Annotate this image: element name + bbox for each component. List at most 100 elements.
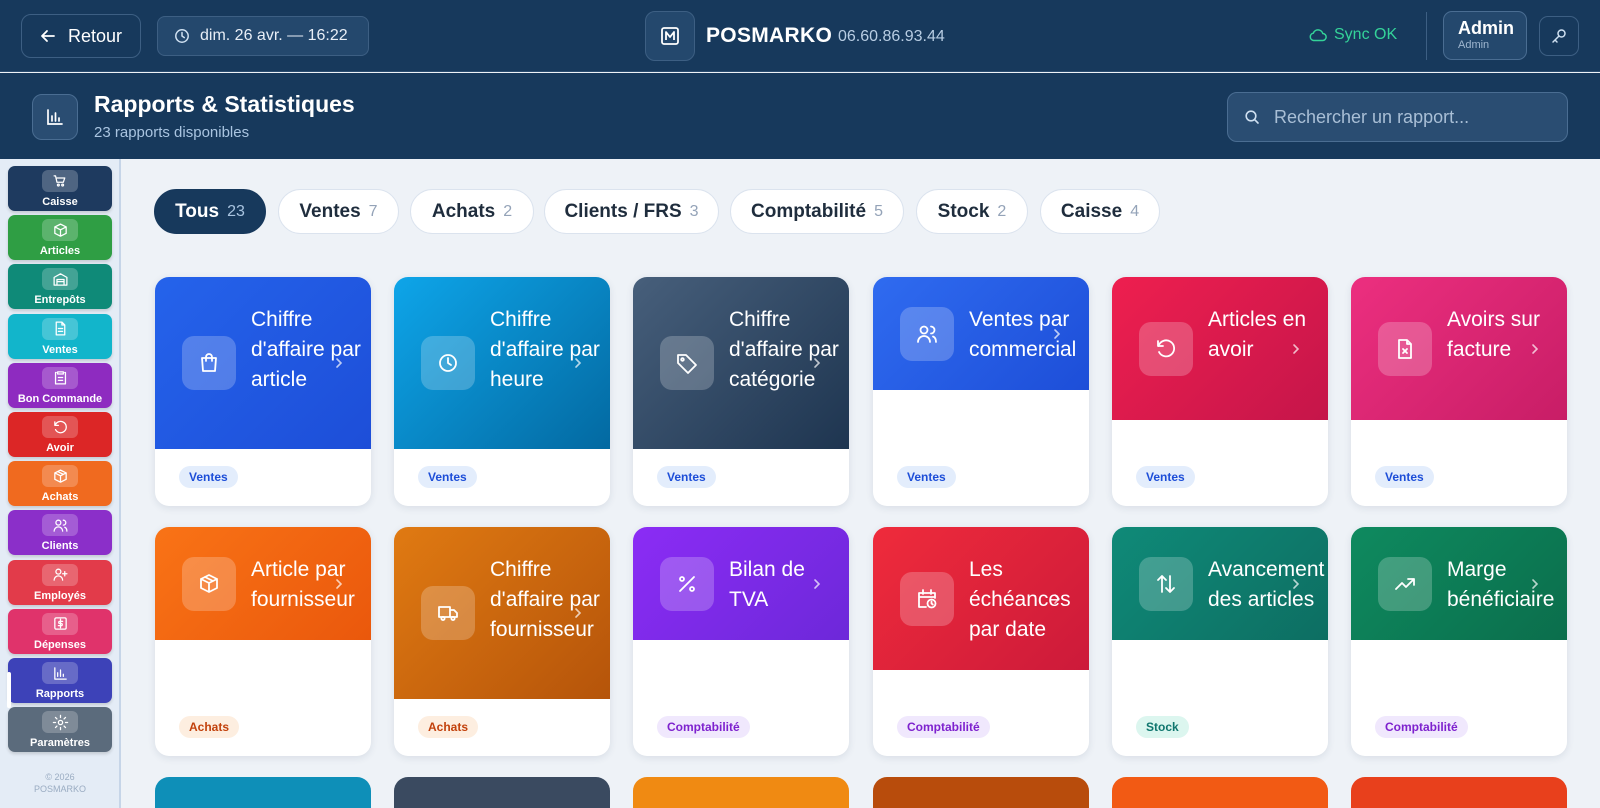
sidebar-icon: [42, 514, 78, 537]
report-card[interactable]: Bilan de TVA Comptabilité: [633, 527, 849, 756]
report-card[interactable]: Les échéances par date Comptabilité: [873, 527, 1089, 756]
box-icon: [53, 223, 67, 237]
back-button[interactable]: Retour: [21, 14, 141, 58]
report-card-partial[interactable]: [394, 777, 610, 808]
report-card-partial[interactable]: [155, 777, 371, 808]
users-icon: [917, 325, 937, 343]
tab-achats[interactable]: Achats 2: [410, 189, 534, 234]
sidebar-item-label: Articles: [39, 245, 81, 258]
tab-comptabilité[interactable]: Comptabilité 5: [730, 189, 904, 234]
sidebar-item-entrepôts[interactable]: Entrepôts: [8, 264, 112, 310]
report-card[interactable]: Marge bénéficiaire Comptabilité: [1351, 527, 1567, 756]
report-card[interactable]: Articles en avoir Ventes: [1112, 277, 1328, 506]
tab-label: Comptabilité: [751, 200, 867, 222]
user-menu[interactable]: Admin Admin: [1443, 11, 1527, 60]
cloud-icon: [1309, 29, 1327, 42]
report-card-title: Chiffre d'affaire par catégorie: [729, 308, 839, 391]
sidebar-item-label: Entrepôts: [34, 294, 86, 307]
undo-icon: [1157, 339, 1176, 357]
report-card-title: Chiffre d'affaire par fournisseur: [490, 558, 600, 641]
report-search[interactable]: [1227, 92, 1568, 142]
report-card-partial[interactable]: [633, 777, 849, 808]
report-card-header: Chiffre d'affaire par fournisseur: [394, 527, 610, 699]
tab-ventes[interactable]: Ventes 7: [278, 189, 399, 234]
report-card-header: Chiffre d'affaire par heure: [394, 277, 610, 449]
report-card[interactable]: Chiffre d'affaire par article Ventes: [155, 277, 371, 506]
key-button[interactable]: [1539, 16, 1579, 56]
active-indicator: [7, 672, 11, 708]
report-card-icon: [660, 336, 714, 390]
report-card-partial[interactable]: [1112, 777, 1328, 808]
sidebar-icon: [42, 268, 78, 291]
category-badge: Comptabilité: [897, 716, 990, 738]
page-title: Rapports & Statistiques: [94, 91, 355, 117]
report-card[interactable]: Chiffre d'affaire par fournisseur Achats: [394, 527, 610, 756]
divider: [1426, 12, 1427, 60]
sidebar-item-articles[interactable]: Articles: [8, 215, 112, 261]
report-card[interactable]: Chiffre d'affaire par heure Ventes: [394, 277, 610, 506]
report-card-partial[interactable]: [873, 777, 1089, 808]
report-card-title: Avancement des articles: [1208, 558, 1325, 611]
category-badge: Ventes: [1375, 466, 1434, 488]
page-subtitle: 23 rapports disponibles: [94, 124, 250, 141]
report-card-partial[interactable]: [1351, 777, 1567, 808]
sidebar-item-ventes[interactable]: Ventes: [8, 313, 112, 359]
report-card[interactable]: Avancement des articles Stock: [1112, 527, 1328, 756]
chevron-right-icon: [575, 358, 582, 368]
report-card-icon: [900, 571, 954, 626]
chart-icon: [47, 109, 63, 125]
chevron-right-icon: [336, 578, 343, 589]
tab-count: 2: [503, 202, 513, 220]
sidebar-item-paramètres[interactable]: Paramètres: [8, 707, 112, 753]
bag-icon: [201, 353, 217, 372]
report-card[interactable]: Avoirs sur facture Ventes: [1351, 277, 1567, 506]
brand-phone: 06.60.86.93.44: [838, 28, 945, 45]
category-badge: Achats: [418, 716, 479, 738]
sidebar-item-employés[interactable]: Employés: [8, 559, 112, 605]
report-card[interactable]: Article par fournisseur Achats: [155, 527, 371, 756]
sidebar-item-caisse[interactable]: Caisse: [8, 166, 112, 211]
sidebar-item-achats[interactable]: Achats: [8, 461, 112, 507]
sidebar-icon: [42, 170, 78, 192]
report-card-header: Ventes par commercial: [873, 277, 1089, 390]
report-card[interactable]: Chiffre d'affaire par catégorie Ventes: [633, 277, 849, 506]
report-card-header: Chiffre d'affaire par article: [155, 277, 371, 449]
search-input[interactable]: [1274, 106, 1544, 128]
report-card[interactable]: Ventes par commercial Ventes: [873, 277, 1089, 506]
category-badge: Ventes: [657, 466, 716, 488]
category-badge: Comptabilité: [657, 716, 750, 738]
user-plus-icon: [52, 568, 68, 581]
chart-icon: [53, 666, 67, 680]
sidebar-item-rapports[interactable]: Rapports: [8, 658, 112, 703]
chevron-right-icon: [575, 608, 582, 618]
tab-count: 3: [689, 202, 699, 220]
sidebar-item-bon-commande[interactable]: Bon Commande: [8, 362, 112, 408]
category-badge: Stock: [1136, 716, 1189, 738]
sidebar-item-label: Clients: [41, 540, 79, 553]
report-card-header: Marge bénéficiaire: [1351, 527, 1567, 640]
tab-clients-frs[interactable]: Clients / FRS 3: [544, 189, 719, 234]
arrows-updown-icon: [1157, 574, 1175, 593]
sidebar-item-dépenses[interactable]: Dépenses: [8, 608, 112, 654]
report-card-header: Avancement des articles: [1112, 527, 1328, 640]
sidebar-icon: [42, 662, 78, 684]
tab-count: 2: [997, 202, 1007, 220]
tab-count: 4: [1130, 202, 1140, 220]
tab-count: 23: [227, 202, 245, 220]
chevron-right-icon: [1293, 343, 1300, 354]
report-card-icon: [1378, 556, 1432, 611]
tab-tous[interactable]: Tous 23: [154, 189, 266, 234]
report-card-header: Bilan de TVA: [633, 527, 849, 640]
sub-header: Rapports & Statistiques 23 rapports disp…: [0, 73, 1600, 159]
tab-stock[interactable]: Stock 2: [916, 189, 1028, 234]
sidebar-item-clients[interactable]: Clients: [8, 510, 112, 556]
sidebar-item-avoir[interactable]: Avoir: [8, 412, 112, 457]
sidebar-item-label: Caisse: [42, 196, 78, 208]
tab-caisse[interactable]: Caisse 4: [1040, 189, 1160, 234]
brand-logo: [645, 11, 695, 61]
cart-icon: [52, 174, 65, 187]
package-icon: [200, 573, 218, 593]
sidebar-item-label: Achats: [41, 491, 79, 504]
percent-icon: [679, 575, 695, 592]
sidebar-icon: [42, 465, 78, 488]
